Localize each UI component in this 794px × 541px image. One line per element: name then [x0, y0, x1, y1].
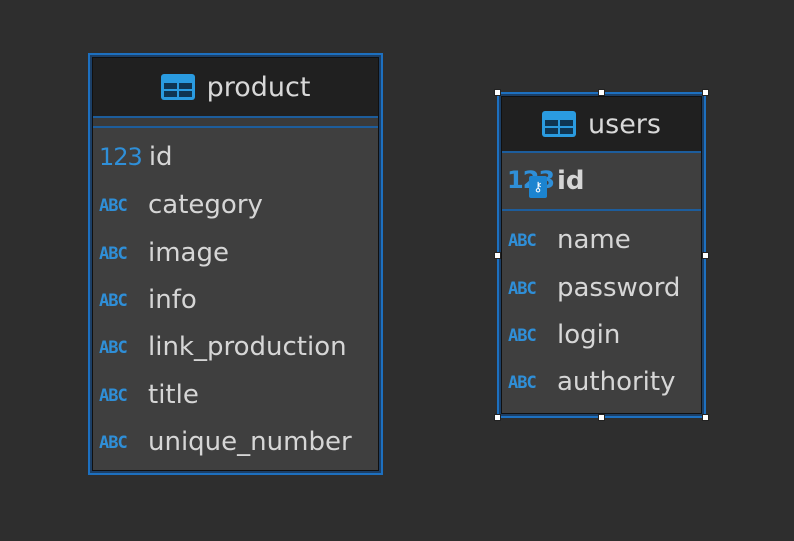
string-type-icon	[508, 231, 550, 249]
column-row[interactable]: 123 id	[93, 133, 378, 181]
column-row[interactable]: name	[502, 216, 701, 264]
key-icon: ⚷	[529, 176, 547, 198]
resize-handle-s[interactable]	[598, 414, 605, 421]
resize-handle-sw[interactable]	[494, 414, 501, 421]
numeric-type-icon: 123 ⚷	[507, 166, 555, 198]
resize-handle-e[interactable]	[702, 252, 709, 259]
string-type-icon	[99, 386, 141, 404]
column-name: password	[557, 272, 681, 303]
string-type-icon	[99, 338, 141, 356]
string-type-icon	[99, 244, 141, 262]
column-name: title	[148, 379, 199, 410]
string-type-icon	[99, 196, 141, 214]
column-name: unique_number	[148, 427, 352, 457]
entity-product[interactable]: product 123 id category image info link_…	[88, 53, 383, 475]
column-row[interactable]: password	[502, 264, 701, 311]
column-name: image	[148, 237, 229, 268]
column-row[interactable]: unique_number	[93, 418, 378, 466]
column-name: info	[148, 284, 197, 315]
resize-handle-nw[interactable]	[494, 89, 501, 96]
column-name: login	[557, 319, 621, 350]
string-type-icon	[99, 433, 141, 451]
numeric-type-icon: 123	[99, 143, 143, 171]
string-type-icon	[508, 279, 550, 297]
string-type-icon	[99, 291, 141, 309]
column-list: 123 id category image info link_producti…	[93, 128, 378, 466]
column-row[interactable]: image	[93, 229, 378, 276]
resize-handle-ne[interactable]	[702, 89, 709, 96]
column-name: id	[148, 142, 173, 172]
resize-handle-se[interactable]	[702, 414, 709, 421]
table-icon	[542, 111, 576, 137]
column-list: name password login authority	[502, 211, 701, 406]
column-name: id	[557, 166, 585, 196]
entity-title: users	[588, 108, 661, 140]
table-icon	[161, 74, 195, 100]
string-type-icon	[508, 326, 550, 344]
column-row[interactable]: login	[502, 311, 701, 358]
entity-users[interactable]: users 123 ⚷ id name password login	[497, 92, 706, 418]
key-section-divider	[93, 118, 378, 128]
entity-title: product	[206, 71, 311, 103]
entity-header[interactable]: product	[93, 58, 378, 118]
column-name: authority	[557, 367, 676, 397]
column-row[interactable]: title	[93, 371, 378, 418]
column-row[interactable]: authority	[502, 358, 701, 406]
primary-key-row[interactable]: 123 ⚷ id	[502, 153, 701, 211]
entity-header[interactable]: users	[502, 97, 701, 153]
column-row[interactable]: info	[93, 276, 378, 323]
column-name: category	[148, 190, 263, 220]
column-name: link_production	[148, 332, 347, 362]
column-name: name	[557, 225, 631, 255]
string-type-icon	[508, 373, 550, 391]
resize-handle-n[interactable]	[598, 89, 605, 96]
column-row[interactable]: link_production	[93, 323, 378, 371]
column-row[interactable]: category	[93, 181, 378, 229]
resize-handle-w[interactable]	[494, 252, 501, 259]
